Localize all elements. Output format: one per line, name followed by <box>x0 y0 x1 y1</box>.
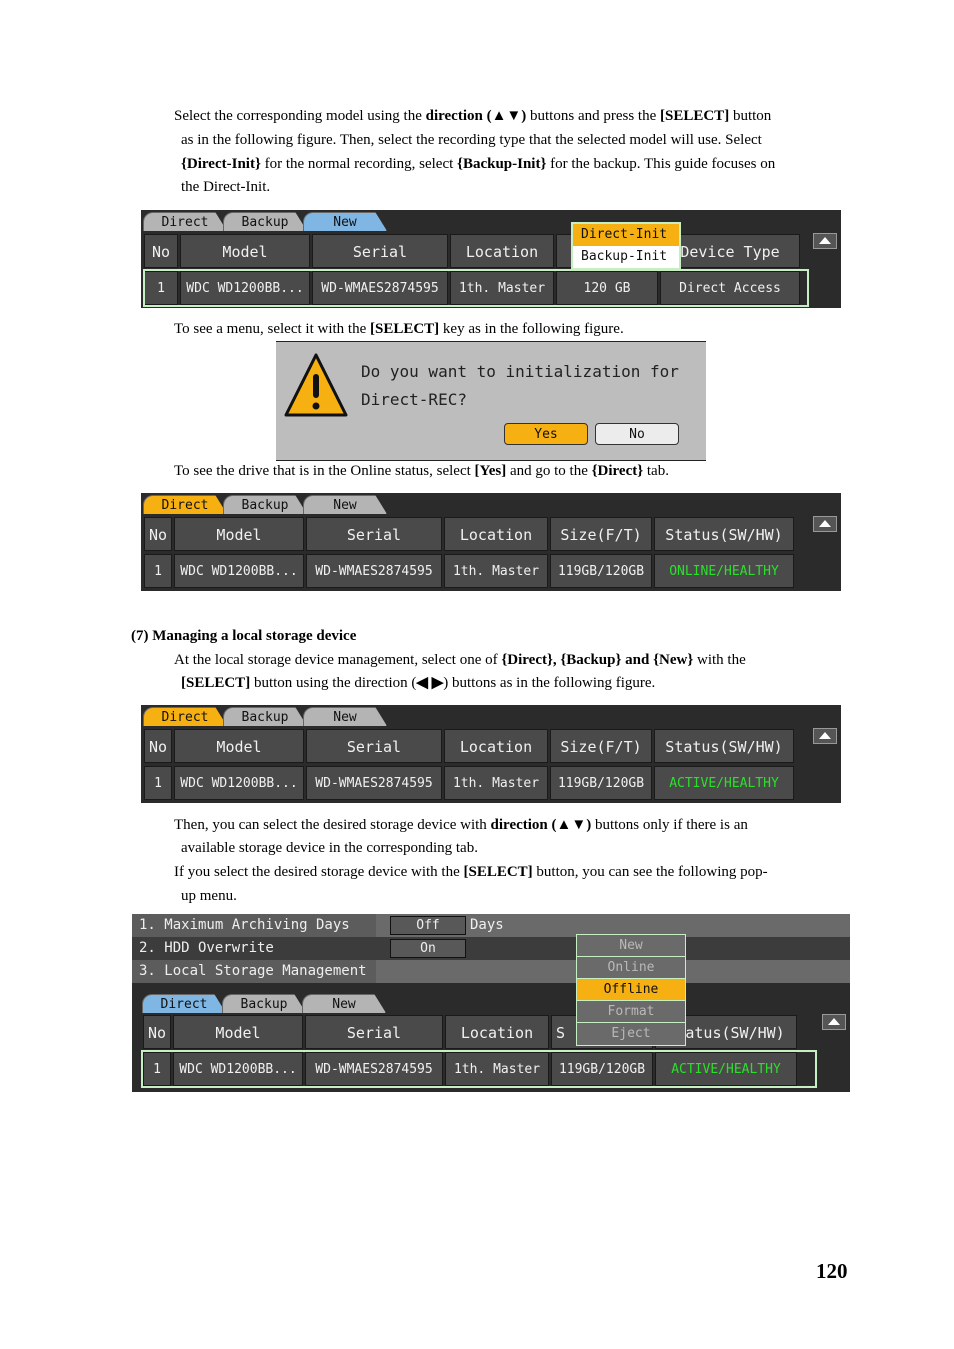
device-context-menu: New Online Offline Format Eject <box>576 934 686 1046</box>
table-row[interactable]: 1 WDC WD1200BB... WD-WMAES2874595 1th. M… <box>143 553 807 589</box>
section7-line-2: [SELECT] button using the direction (◀ ▶… <box>181 675 656 691</box>
tab-new[interactable]: New <box>303 212 387 231</box>
table-row[interactable]: 1 WDC WD1200BB... WD-WMAES2874595 1th. M… <box>143 765 807 801</box>
fig2-storage-panel: Direct Backup New No Model Serial Locati… <box>141 493 841 591</box>
header-serial: Serial <box>306 729 442 763</box>
init-popup: Direct-Init Backup-Init <box>571 222 681 270</box>
header-location: Location <box>445 1015 549 1049</box>
intro-line-3: {Direct-Init} for the normal recording, … <box>181 156 776 172</box>
tab-backup[interactable]: Backup <box>223 495 307 514</box>
header-size: Size(F/T) <box>550 729 652 763</box>
header-model: Model <box>180 234 310 268</box>
intro-line-1: Select the corresponding model using the… <box>174 108 772 124</box>
intro-line-4: the Direct-Init. <box>181 179 271 195</box>
header-serial: Serial <box>312 234 448 268</box>
cell-no: 1 <box>144 766 172 800</box>
confirm-dialog: Do you want to initialization for Direct… <box>276 341 706 461</box>
cell-serial: WD-WMAES2874595 <box>306 554 442 588</box>
cell-status: ACTIVE/HEALTHY <box>654 766 794 800</box>
menu-label: 2. HDD Overwrite <box>139 940 274 956</box>
header-location: Location <box>450 234 554 268</box>
scroll-up-button[interactable] <box>813 516 837 532</box>
no-button[interactable]: No <box>595 423 679 445</box>
tab-new[interactable]: New <box>303 495 387 514</box>
header-model: Model <box>174 517 304 551</box>
fig1-storage-panel: Direct Backup New No Model Serial Locati… <box>141 210 841 308</box>
header-device-type: Device Type <box>660 234 800 268</box>
header-location: Location <box>444 729 548 763</box>
header-serial: Serial <box>305 1015 443 1049</box>
scroll-up-button[interactable] <box>822 1014 846 1030</box>
table-header: No Model Serial Location Device Type <box>143 233 807 269</box>
header-serial: Serial <box>306 517 442 551</box>
scroll-up-button[interactable] <box>813 233 837 249</box>
tab-new[interactable]: New <box>302 994 386 1013</box>
para3: To see the drive that is in the Online s… <box>174 463 669 479</box>
context-item-format[interactable]: Format <box>577 1001 685 1023</box>
menu-label: 1. Maximum Archiving Days <box>139 917 350 933</box>
tab-direct[interactable]: Direct <box>143 212 227 231</box>
para4-line-2: available storage device in the correspo… <box>181 840 478 856</box>
header-no: No <box>144 517 172 551</box>
tab-backup[interactable]: Backup <box>222 994 306 1013</box>
cell-model: WDC WD1200BB... <box>174 766 304 800</box>
hdd-overwrite-field[interactable]: On <box>390 939 466 958</box>
menu-label: 3. Local Storage Management <box>139 963 367 979</box>
days-unit-label: Days <box>470 917 504 933</box>
cell-model: WDC WD1200BB... <box>174 554 304 588</box>
cell-location: 1th. Master <box>444 554 548 588</box>
table-header: No Model Serial Location S Status(SW/HW) <box>142 1014 816 1050</box>
header-model: Model <box>174 729 304 763</box>
yes-button[interactable]: Yes <box>504 423 588 445</box>
para2: To see a menu, select it with the [SELEC… <box>174 321 624 337</box>
menu-row-hdd-overwrite[interactable]: 2. HDD Overwrite <box>132 937 850 960</box>
tab-backup[interactable]: Backup <box>223 707 307 726</box>
warning-icon <box>284 353 348 417</box>
scroll-up-button[interactable] <box>813 728 837 744</box>
page-number: 120 <box>816 1259 848 1283</box>
cell-location: 1th. Master <box>444 766 548 800</box>
para4-line-1: Then, you can select the desired storage… <box>174 817 748 833</box>
para4-line-3: If you select the desired storage device… <box>174 864 768 880</box>
table-header: No Model Serial Location Size(F/T) Statu… <box>143 728 807 764</box>
context-item-offline[interactable]: Offline <box>577 979 685 1001</box>
cell-serial: WD-WMAES2874595 <box>306 766 442 800</box>
fig3-storage-panel: Direct Backup New No Model Serial Locati… <box>141 705 841 803</box>
dialog-message-line-2: Direct-REC? <box>361 390 467 409</box>
tab-backup[interactable]: Backup <box>223 212 307 231</box>
header-no: No <box>144 729 172 763</box>
tab-direct[interactable]: Direct <box>143 707 227 726</box>
section-heading: (7) Managing a local storage device <box>131 628 357 644</box>
cell-no: 1 <box>144 554 172 588</box>
cell-status: ONLINE/HEALTHY <box>654 554 794 588</box>
context-item-new[interactable]: New <box>577 935 685 957</box>
header-location: Location <box>444 517 548 551</box>
table-header: No Model Serial Location Size(F/T) Statu… <box>143 516 807 552</box>
para4-line-4: up menu. <box>181 888 237 904</box>
header-no: No <box>143 1015 171 1049</box>
row-selection-highlight <box>141 1050 817 1088</box>
header-no: No <box>144 234 178 268</box>
tab-new[interactable]: New <box>303 707 387 726</box>
header-status: Status(SW/HW) <box>654 729 794 763</box>
max-archiving-days-field[interactable]: Off <box>390 916 466 935</box>
popup-direct-init[interactable]: Direct-Init <box>573 224 679 246</box>
intro-line-2: as in the following figure. Then, select… <box>181 132 762 148</box>
cell-size: 119GB/120GB <box>550 766 652 800</box>
popup-backup-init[interactable]: Backup-Init <box>573 246 679 268</box>
section7-line-1: At the local storage device management, … <box>174 652 746 668</box>
fig4-storage-settings: 1. Maximum Archiving Days Off Days 2. HD… <box>132 914 850 1092</box>
tab-direct[interactable]: Direct <box>143 495 227 514</box>
header-status: Status(SW/HW) <box>654 517 794 551</box>
cell-size: 119GB/120GB <box>550 554 652 588</box>
context-item-online[interactable]: Online <box>577 957 685 979</box>
header-model: Model <box>173 1015 303 1049</box>
row-selection-highlight <box>143 269 809 307</box>
context-item-eject[interactable]: Eject <box>577 1023 685 1045</box>
tab-direct[interactable]: Direct <box>142 994 226 1013</box>
dialog-message-line-1: Do you want to initialization for <box>361 362 679 381</box>
header-size: Size(F/T) <box>550 517 652 551</box>
